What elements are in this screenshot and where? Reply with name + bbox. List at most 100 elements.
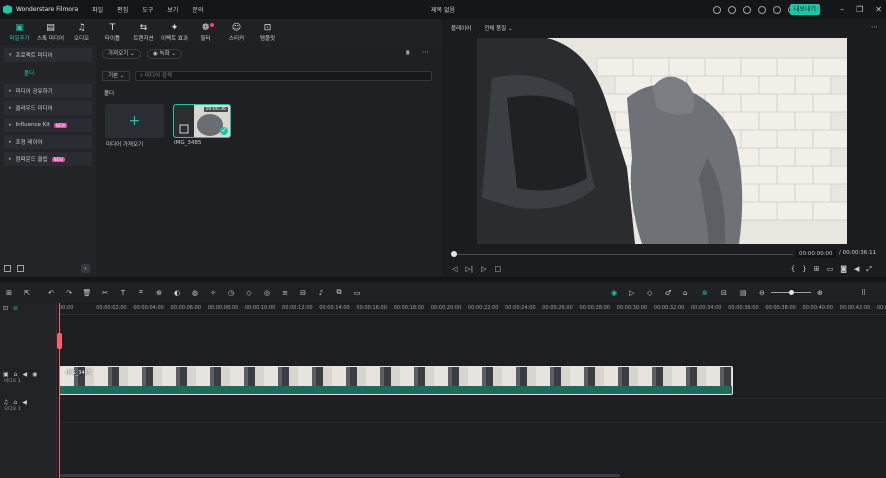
keyframe-icon[interactable]: ◇: [240, 289, 258, 297]
zoom-out-icon[interactable]: ⊖: [759, 289, 765, 297]
import-media-card[interactable]: +: [105, 104, 164, 138]
scrubber-handle[interactable]: [451, 251, 457, 257]
link-icon[interactable]: ⊛: [702, 289, 708, 297]
audio-track[interactable]: [57, 399, 886, 423]
video-preview[interactable]: [477, 38, 847, 244]
eye-icon[interactable]: ◉: [32, 371, 37, 378]
record-dropdown[interactable]: ◉ 녹화 ⌄: [147, 49, 183, 59]
lock-icon[interactable]: ⌂: [13, 399, 17, 406]
link-track-icon[interactable]: ⊘: [13, 305, 18, 312]
mark-out-icon[interactable]: }: [802, 265, 806, 274]
sidebar-item-influence-kit[interactable]: ▸ Influence Kit NEW: [4, 118, 92, 132]
timeline-tracks[interactable]: IMG_3485: [57, 315, 886, 478]
toolbar-button-stock-media[interactable]: ▤ 스톡 미디어: [35, 23, 66, 45]
folder-icon[interactable]: [17, 264, 24, 272]
render-icon[interactable]: ⊞: [814, 265, 820, 274]
player-tab[interactable]: 플레이어: [451, 24, 471, 32]
gift-icon[interactable]: [758, 5, 766, 14]
more-tools-icon[interactable]: ▭: [348, 289, 366, 297]
subtitle-icon[interactable]: ▤: [740, 289, 747, 297]
undo-icon[interactable]: ↶: [42, 289, 60, 297]
sidebar-item-cloud-media[interactable]: ▸ 클라우드 미디어: [4, 101, 92, 115]
toolbar-button-effects[interactable]: ✦ 이펙트 효과: [159, 23, 190, 45]
audio-detach-icon[interactable]: ♪: [312, 289, 330, 297]
toolbar-button-transition[interactable]: ⇆ 트랜지션: [128, 23, 159, 45]
split-icon[interactable]: ⊟: [294, 289, 312, 297]
stop-icon[interactable]: □: [495, 265, 502, 273]
color-icon[interactable]: ◍: [186, 289, 204, 297]
toolbar-button-audio[interactable]: ♫ 오디오: [66, 23, 97, 45]
more-icon[interactable]: ⋯: [422, 48, 429, 56]
timeline-video-clip[interactable]: IMG_3485: [59, 366, 733, 395]
menu-edit[interactable]: 편집: [117, 5, 128, 14]
collapse-sidebar-icon[interactable]: ‹: [81, 263, 90, 273]
playhead[interactable]: [59, 303, 60, 478]
toolbar-button-sticker[interactable]: ☺ 스티커: [221, 23, 252, 45]
minimize-icon[interactable]: –: [840, 5, 844, 14]
cloud-icon[interactable]: [743, 5, 751, 14]
menu-view[interactable]: 보기: [167, 5, 178, 14]
cut-icon[interactable]: ✂: [96, 289, 114, 297]
snap-icon[interactable]: ⊟: [721, 289, 727, 297]
mute-icon[interactable]: ◀: [22, 371, 27, 378]
crop-icon[interactable]: ⌗: [132, 288, 150, 297]
voiceover-icon[interactable]: ⌂: [683, 289, 687, 297]
account-icon[interactable]: [728, 5, 736, 14]
search-input[interactable]: ⌕ 미디어 검색: [135, 71, 432, 81]
mic-icon[interactable]: ♂: [665, 289, 671, 297]
sidebar-item-compound-clip[interactable]: ▸ 컴파운드 클립 NEW: [4, 152, 92, 166]
select-tool-icon[interactable]: ⇱: [18, 289, 36, 297]
horizontal-scrollbar[interactable]: [60, 474, 620, 477]
snapshot-icon[interactable]: ◙: [840, 265, 847, 274]
toolbar-button-title[interactable]: T 타이틀: [97, 23, 128, 45]
play-reverse-icon[interactable]: ▷|: [465, 265, 473, 273]
adjust-icon[interactable]: ◐: [168, 289, 186, 297]
delete-icon[interactable]: 🗑: [78, 289, 96, 297]
grid-icon[interactable]: ⠿: [861, 289, 866, 297]
zoom-in-icon[interactable]: ⊕: [817, 289, 823, 297]
toolbar-button-template[interactable]: ⊡ 템플릿: [252, 23, 283, 45]
sidebar-item-shared-media[interactable]: ▸ 미디어 공유하기: [4, 84, 92, 98]
layout-icon[interactable]: ⊞: [0, 289, 18, 297]
zoom-slider-handle[interactable]: [789, 290, 794, 295]
menu-tools[interactable]: 도구: [142, 5, 153, 14]
lock-icon[interactable]: ⌂: [14, 371, 18, 378]
monitor-icon[interactable]: [713, 5, 721, 14]
mute-icon[interactable]: ◀: [22, 399, 27, 406]
export-button[interactable]: 내보내기: [789, 4, 820, 15]
play-icon[interactable]: ▷: [481, 265, 486, 273]
toolbar-button-media[interactable]: ▣ 파일추가: [4, 23, 35, 45]
mark-in-icon[interactable]: {: [791, 265, 795, 274]
sort-dropdown[interactable]: 기본 ⌄: [102, 71, 131, 81]
menu-help[interactable]: 문의: [192, 5, 203, 14]
add-track-icon[interactable]: ⊡: [3, 305, 8, 312]
sidebar-item-project-media[interactable]: ▾ 프로젝트 미디어: [4, 48, 92, 62]
sidebar-folder[interactable]: 폴더: [0, 65, 96, 81]
more-icon[interactable]: ⋯: [871, 23, 878, 31]
fullscreen-icon[interactable]: ⤢: [866, 265, 872, 274]
group-icon[interactable]: ⧉: [330, 288, 348, 297]
close-icon[interactable]: ✕: [875, 5, 882, 14]
volume-icon[interactable]: ◀: [854, 265, 859, 274]
import-dropdown[interactable]: 가져오기 ⌄: [102, 49, 141, 59]
headset-icon[interactable]: [773, 5, 781, 14]
text-tool-icon[interactable]: T: [114, 289, 132, 297]
quality-dropdown[interactable]: 전체 품질 ⌄: [484, 24, 512, 32]
sidebar-item-adjustment-layer[interactable]: ▸ 조정 레이어: [4, 135, 92, 149]
effect-icon[interactable]: ✧: [204, 289, 222, 297]
menu-file[interactable]: 파일: [92, 5, 103, 14]
display-icon[interactable]: ▭: [827, 265, 834, 274]
speed-icon[interactable]: ◷: [222, 289, 240, 297]
mask-icon[interactable]: ◎: [258, 289, 276, 297]
timeline-ruler[interactable]: 00:00 00:00:02:00 00:00:04:00 00:00:06:00 00…: [57, 303, 886, 315]
render-preview-icon[interactable]: ▷: [629, 289, 634, 297]
new-folder-icon[interactable]: [4, 264, 11, 272]
filter-icon[interactable]: ⩩: [406, 49, 410, 58]
previous-frame-icon[interactable]: ◁: [452, 265, 457, 273]
playback-scrubber[interactable]: [453, 254, 793, 255]
zoom-clip-icon[interactable]: ⊕: [150, 289, 168, 297]
ai-icon[interactable]: ◉: [611, 289, 617, 297]
playhead-handle[interactable]: [57, 333, 62, 349]
align-icon[interactable]: ≡: [276, 289, 294, 297]
restore-icon[interactable]: ❐: [856, 5, 863, 14]
